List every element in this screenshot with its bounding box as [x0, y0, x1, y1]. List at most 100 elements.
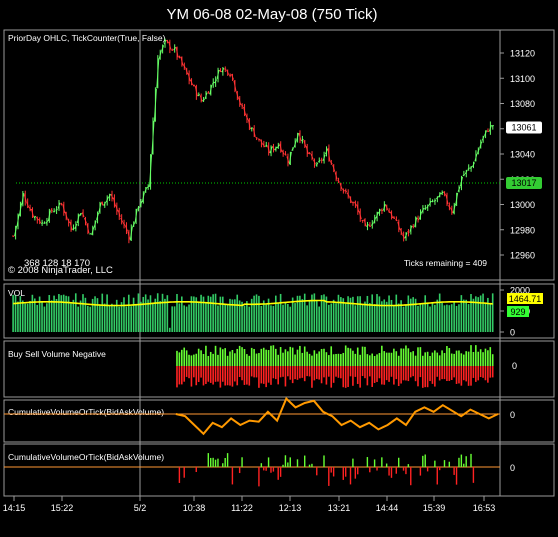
- cumulative-down-bar: [436, 467, 438, 485]
- buy-volume-bar: [183, 347, 186, 366]
- cumulative-volume-line: [175, 396, 499, 436]
- buy-volume-bar: [472, 351, 475, 366]
- volume-bar: [67, 296, 70, 332]
- volume-bar: [62, 294, 65, 332]
- cumulative-down-bar: [402, 467, 405, 471]
- buysell-zero-label: 0: [512, 361, 517, 371]
- sell-volume-bar: [378, 366, 381, 379]
- price-tick-label: 13100: [510, 74, 535, 84]
- volume-bar: [431, 302, 434, 332]
- buy-volume-bar: [200, 350, 202, 366]
- buy-volume-bar: [219, 347, 222, 366]
- volume-bar: [479, 295, 482, 332]
- cumulative-down-bar: [344, 467, 347, 477]
- price-indicator-label: PriorDay OHLC, TickCounter(True, False): [8, 33, 166, 43]
- sell-volume-bar: [332, 366, 335, 383]
- volume-bar: [77, 306, 79, 332]
- volume-bar: [467, 304, 470, 332]
- volume-bar: [65, 295, 67, 332]
- volume-bar: [178, 303, 181, 332]
- sell-volume-bar: [368, 366, 371, 377]
- time-tick-label: 16:53: [473, 503, 496, 513]
- volume-bar: [368, 303, 371, 332]
- time-tick-label: 5/2: [134, 503, 147, 513]
- volume-bar: [219, 296, 222, 332]
- buy-volume-bar: [479, 349, 482, 366]
- buy-volume-bar: [224, 348, 226, 366]
- buy-volume-bar: [243, 348, 246, 366]
- cumulative-down-bar: [410, 467, 412, 486]
- buy-volume-bar: [279, 347, 282, 366]
- candle-body: [137, 206, 140, 209]
- cumulative-up-bar: [289, 457, 291, 467]
- sell-volume-bar: [294, 366, 296, 380]
- volume-bar: [24, 303, 26, 332]
- cumulative-up-bar: [323, 455, 325, 467]
- sell-volume-bar: [426, 366, 429, 388]
- volume-bar: [214, 293, 217, 332]
- volume-bar: [58, 294, 60, 332]
- cumulative-down-bar: [390, 467, 393, 478]
- sell-volume-bar: [479, 366, 482, 378]
- cumulative-down-bar: [178, 467, 181, 483]
- sell-volume-bar: [296, 366, 299, 380]
- volume-bar: [236, 294, 239, 332]
- volume-bar: [446, 304, 448, 332]
- volume-bar: [26, 303, 29, 332]
- cumulative-up-bar: [260, 463, 263, 467]
- volume-bar: [48, 295, 51, 332]
- volume-bar: [21, 300, 24, 332]
- sell-volume-bar: [465, 366, 467, 382]
- buy-volume-bar: [277, 354, 280, 366]
- sell-volume-bar: [407, 366, 410, 382]
- buy-volume-bar: [417, 347, 419, 366]
- buy-volume-bar: [303, 346, 306, 366]
- volume-bar: [241, 301, 243, 332]
- candle-body: [317, 159, 321, 163]
- cumulative-down-bar: [453, 467, 455, 475]
- cumulative-down-bar: [438, 467, 441, 471]
- buy-volume-bar: [221, 349, 224, 366]
- cumulative-up-bar: [287, 462, 289, 467]
- buy-volume-bar: [226, 355, 229, 366]
- buy-volume-bar: [422, 355, 424, 366]
- cumulative-down-bar: [328, 467, 330, 486]
- buy-volume-bar: [246, 354, 248, 366]
- buy-volume-bar: [436, 352, 439, 366]
- volume-bar: [330, 303, 333, 332]
- volume-bar: [197, 302, 200, 332]
- volume-bar: [417, 305, 419, 332]
- sell-volume-bar: [209, 366, 212, 383]
- sell-volume-bar: [366, 366, 369, 386]
- cumulative-up-bar: [222, 463, 224, 467]
- cumulative-up-bar: [212, 457, 214, 467]
- volume-bar: [354, 305, 357, 332]
- sell-volume-bar: [356, 366, 359, 384]
- cumulative-bar-zero-label: 0: [510, 463, 515, 473]
- sell-volume-bar: [472, 366, 475, 378]
- candle-body: [431, 200, 434, 203]
- sell-volume-bar: [243, 366, 246, 385]
- volume-bar: [441, 302, 443, 332]
- cumulative-down-bar: [195, 467, 197, 473]
- cumulative-up-bar: [308, 464, 311, 467]
- sell-volume-bar: [359, 366, 361, 388]
- sell-volume-bar: [190, 366, 193, 387]
- sell-volume-bar: [453, 366, 455, 378]
- volume-bar: [385, 301, 388, 332]
- sell-volume-bar: [405, 366, 407, 381]
- volume-bar: [448, 305, 451, 332]
- buy-volume-bar: [328, 355, 330, 366]
- volume-bar: [313, 293, 316, 332]
- copyright-text: © 2008 NinjaTrader, LLC: [8, 265, 113, 276]
- sell-volume-bar: [250, 366, 253, 377]
- volume-bar: [43, 306, 46, 332]
- sell-volume-bar: [255, 366, 258, 378]
- buy-volume-bar: [282, 352, 284, 366]
- volume-bar: [137, 293, 140, 332]
- cumulative-down-bar: [405, 467, 407, 475]
- volume-bar: [36, 304, 39, 332]
- buy-volume-bar: [460, 353, 463, 366]
- volume-bar: [53, 295, 55, 332]
- cumulative-down-bar: [279, 467, 282, 477]
